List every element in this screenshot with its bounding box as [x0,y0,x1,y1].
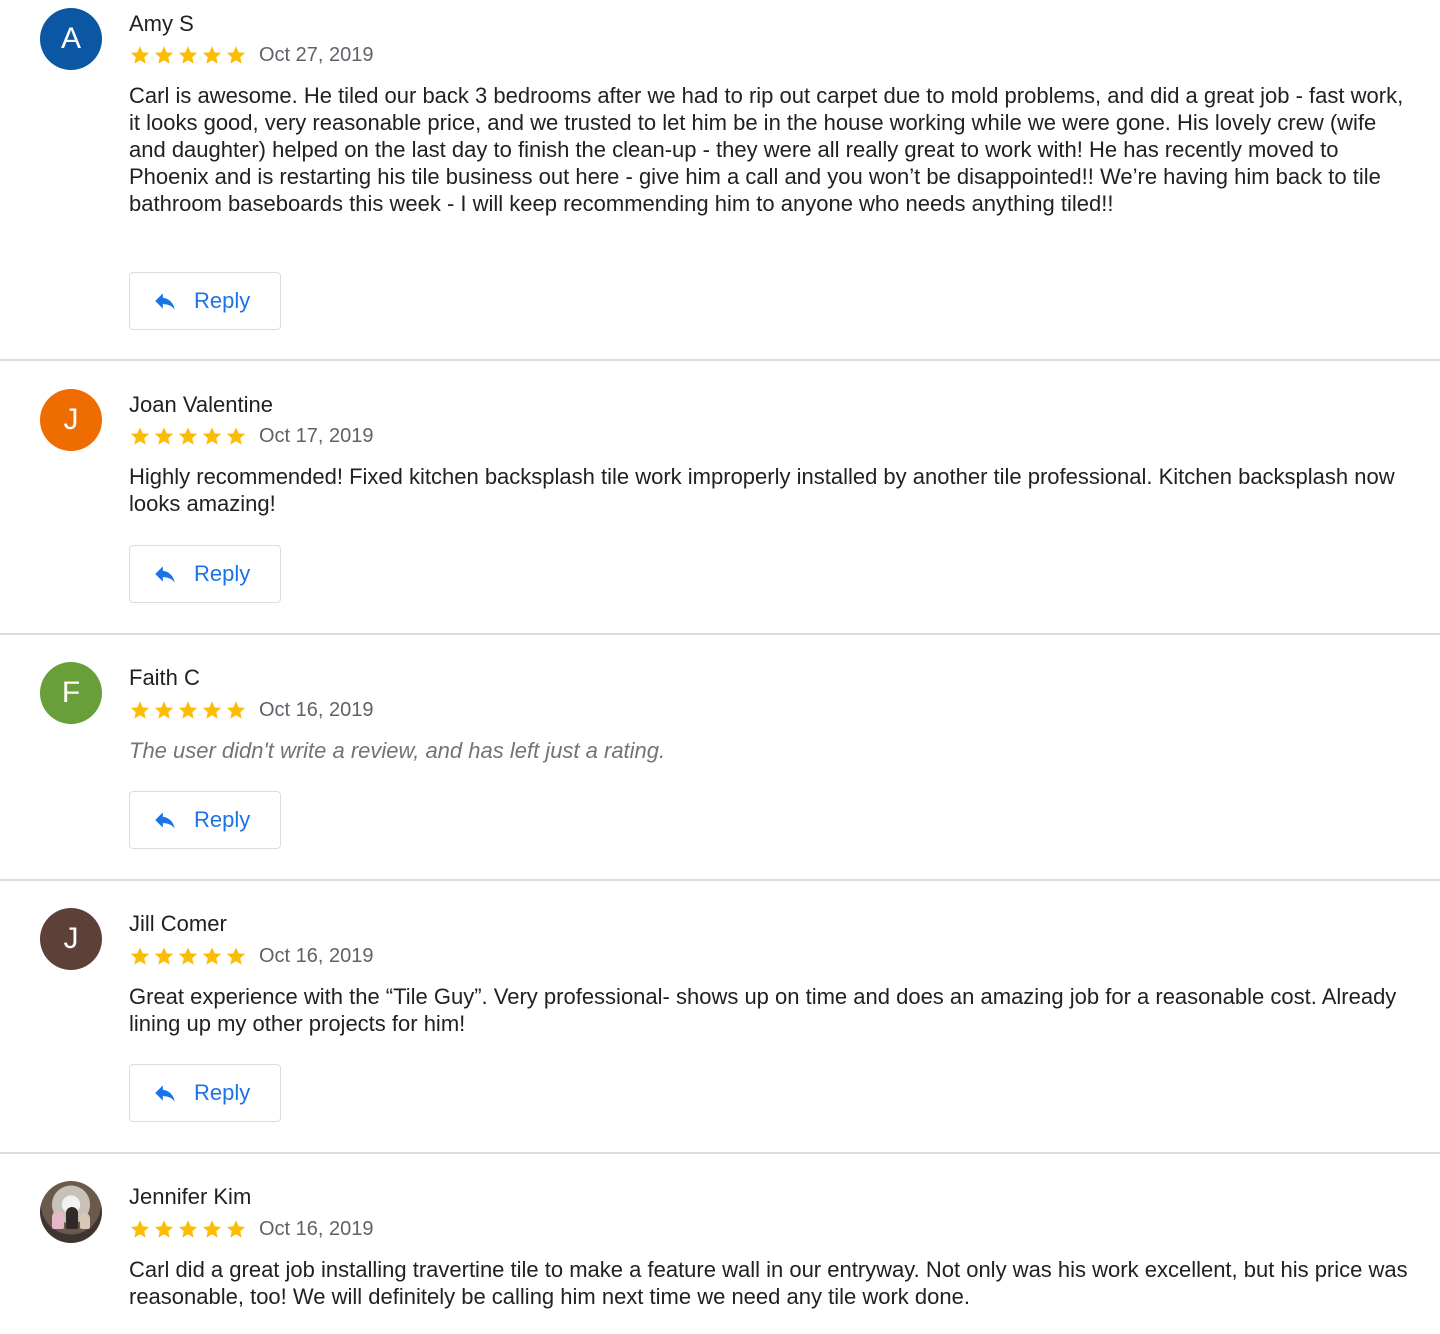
avatar: A [40,8,102,70]
review-card: J Joan Valentine Oct 17, 2019 Highly rec… [0,361,1440,633]
review-text: Great experience with the “Tile Guy”. Ve… [129,984,1397,1036]
review-text: Highly recommended! Fixed kitchen backsp… [129,464,1395,516]
star-icon [130,1220,150,1238]
review-card: Jennifer Kim Oct 16, 2019 Carl did a gre… [0,1154,1440,1334]
star-icon [226,427,246,445]
reply-arrow-icon [155,293,175,310]
reply-button[interactable]: Reply [129,791,281,849]
review-date: Oct 16, 2019 [259,945,374,967]
review-card: A Amy S Oct 27, 2019 Carl is awesome. He… [0,0,1440,360]
star-icon [226,701,246,719]
avatar: F [40,662,102,724]
rating-row: Oct 17, 2019 [129,424,374,448]
star-icon [226,46,246,64]
reply-label: Reply [194,807,251,832]
avatar: J [40,389,102,451]
avatar: J [40,908,102,970]
reviewer-name: Amy S [129,11,194,36]
rating-row: Oct 16, 2019 [129,944,374,968]
star-icon [178,1220,198,1238]
star-rating [129,1218,247,1240]
rating-row: Oct 16, 2019 [129,1217,374,1241]
star-icon [154,1220,174,1238]
reply-button[interactable]: Reply [129,1064,281,1122]
reply-label: Reply [194,561,251,586]
star-icon [130,427,150,445]
star-icon [154,701,174,719]
star-icon [226,1220,246,1238]
star-icon [202,46,222,64]
reply-label: Reply [194,288,251,313]
reply-arrow-icon [155,566,175,583]
reviewer-name: Joan Valentine [129,392,273,417]
no-review-text: The user didn't write a review, and has … [129,738,666,763]
avatar-photo-figure [66,1207,78,1229]
reply-button[interactable]: Reply [129,545,281,603]
star-icon [154,46,174,64]
review-date: Oct 16, 2019 [259,1218,374,1240]
star-rating [129,699,247,721]
review-text: Carl is awesome. He tiled our back 3 bed… [129,83,1404,216]
rating-row: Oct 16, 2019 [129,698,374,722]
star-icon [178,701,198,719]
reply-arrow-icon [155,1085,175,1102]
reviewer-name: Faith C [129,665,200,690]
review-date: Oct 17, 2019 [259,425,374,447]
star-icon [226,947,246,965]
star-icon [178,947,198,965]
review-text: Carl did a great job installing traverti… [129,1257,1408,1309]
reply-label: Reply [194,1080,251,1105]
reviewer-name: Jill Comer [129,911,227,936]
star-rating [129,425,247,447]
star-icon [130,46,150,64]
star-icon [178,46,198,64]
reviewer-name: Jennifer Kim [129,1184,252,1209]
star-rating [129,44,247,66]
star-rating [129,945,247,967]
star-icon [202,701,222,719]
review-date: Oct 27, 2019 [259,44,374,66]
star-icon [130,701,150,719]
star-icon [154,947,174,965]
star-icon [202,427,222,445]
review-card: F Faith C Oct 16, 2019 The user didn't w… [0,635,1440,879]
star-icon [202,1220,222,1238]
avatar-photo [40,1181,102,1243]
review-date: Oct 16, 2019 [259,699,374,721]
reply-arrow-icon [155,812,175,829]
star-icon [178,427,198,445]
reply-button[interactable]: Reply [129,272,281,330]
review-card: J Jill Comer Oct 16, 2019 Great experien… [0,881,1440,1153]
avatar-photo-figure [80,1213,90,1229]
avatar-photo-figure [52,1211,64,1229]
star-icon [202,947,222,965]
star-icon [154,427,174,445]
star-icon [130,947,150,965]
rating-row: Oct 27, 2019 [129,43,374,67]
